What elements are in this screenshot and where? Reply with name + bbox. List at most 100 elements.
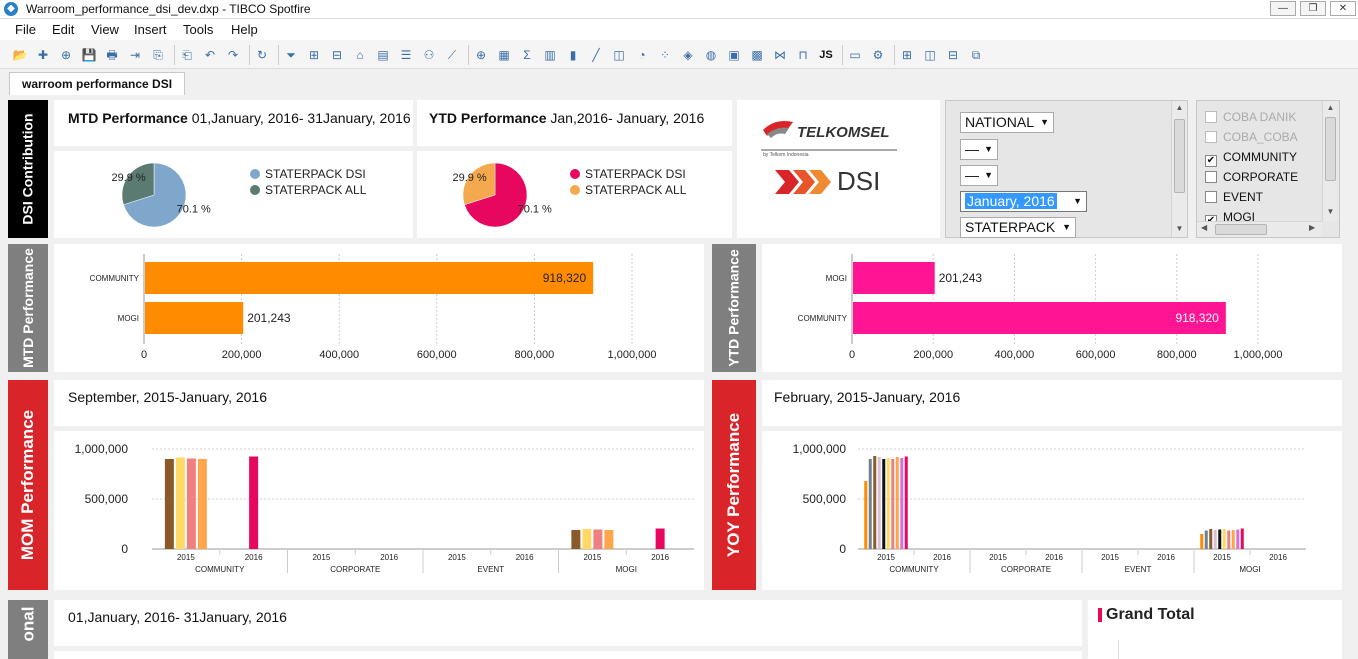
bar[interactable] [882,459,886,549]
layout-icon-3[interactable]: ⊟ [945,47,961,63]
checkbox-coba-danik[interactable]: COBA DANIK [1205,110,1296,124]
page-icon[interactable]: ▤ [375,47,391,63]
new-page-icon[interactable]: ⊕ [473,47,489,63]
bar[interactable] [1222,529,1226,549]
bar[interactable] [164,459,174,549]
lists-icon[interactable]: ☰ [398,47,414,63]
add-data-icon[interactable]: ⊕ [58,47,74,63]
graphical-table-icon[interactable]: ▥ [542,47,558,63]
bar[interactable] [593,529,603,550]
scroll-up-icon[interactable]: ▲ [1172,101,1187,115]
details-icon[interactable]: ⊞ [306,47,322,63]
scroll-left-icon[interactable]: ◀ [1201,223,1207,232]
bar[interactable] [868,459,872,549]
bar[interactable] [1236,529,1240,550]
filter-icon[interactable]: ⏷ [283,47,299,63]
checkbox-corporate[interactable]: CORPORATE [1205,170,1298,184]
crosstable-icon[interactable]: Σ [519,47,535,63]
open-icon[interactable]: 📂 [12,47,28,63]
bar[interactable] [582,529,592,549]
menu-file[interactable]: File [15,22,36,37]
scroll-thumb[interactable] [1174,119,1185,193]
minimize-button[interactable]: — [1270,1,1296,16]
bar[interactable] [886,458,890,549]
bar[interactable] [604,530,614,549]
box-plot-icon[interactable]: ⊓ [795,47,811,63]
bar[interactable] [891,459,895,549]
bar[interactable] [853,302,1226,334]
scroll-up-icon[interactable]: ▲ [1323,101,1338,115]
menu-help[interactable]: Help [231,22,258,37]
parallel-coordinates-icon[interactable]: ⋈ [772,47,788,63]
menu-view[interactable]: View [91,22,119,37]
unchecked-icon[interactable] [1205,171,1217,183]
menu-tools[interactable]: Tools [183,22,213,37]
tab-warroom-performance-dsi[interactable]: warroom performance DSI [9,72,186,95]
layout-icon-2[interactable]: ◫ [922,47,938,63]
bookmark-icon[interactable]: ⊟ [329,47,345,63]
trend-icon[interactable]: ⟋ [444,47,460,63]
bar[interactable] [186,458,196,550]
maximize-button[interactable]: ❐ [1300,1,1326,16]
bar[interactable] [1240,528,1244,550]
scroll-right-icon[interactable]: ▶ [1309,223,1315,232]
bar[interactable] [853,262,935,294]
checkbox-community[interactable]: ✔ COMMUNITY [1205,150,1297,167]
new-icon[interactable]: ✚ [35,47,51,63]
bar[interactable] [1231,530,1235,549]
scroll-down-icon[interactable]: ▼ [1323,205,1338,219]
collaboration-icon[interactable]: ⚇ [421,47,437,63]
bar[interactable] [900,458,904,549]
bar[interactable] [1218,529,1222,550]
bar[interactable] [249,456,259,550]
bar[interactable] [864,481,868,549]
bar[interactable] [145,302,244,334]
checkbox-scrollbar-h[interactable]: ◀ ▶ [1197,221,1322,237]
bar[interactable] [895,457,899,549]
bar[interactable] [1200,534,1204,549]
scatter-icon[interactable]: ⁘ [657,47,673,63]
menu-insert[interactable]: Insert [134,22,167,37]
bar[interactable] [1213,530,1217,549]
unchecked-icon[interactable] [1205,191,1217,203]
layout-icon-4[interactable]: ⧉ [968,47,984,63]
period-dropdown[interactable]: January, 2016 ▼ [960,191,1087,212]
treemap-icon[interactable]: ▣ [726,47,742,63]
line-chart-icon[interactable]: ╱ [588,47,604,63]
undo-icon[interactable]: ↶ [202,47,218,63]
scroll-down-icon[interactable]: ▼ [1172,222,1187,236]
checked-icon[interactable]: ✔ [1205,155,1217,167]
branch-dropdown[interactable]: — ▼ [960,139,998,160]
save-icon[interactable]: 💾 [81,47,97,63]
heatmap-icon[interactable]: ▩ [749,47,765,63]
bar[interactable] [877,457,881,549]
settings-icon[interactable]: ⚙ [870,47,886,63]
combination-chart-icon[interactable]: ◫ [611,47,627,63]
copy-icon[interactable]: ⎘ [150,47,166,63]
map-icon[interactable]: ◍ [703,47,719,63]
checkbox-event[interactable]: EVENT [1205,190,1263,204]
bar-chart-icon[interactable]: ▮ [565,47,581,63]
menu-edit[interactable]: Edit [52,22,74,37]
bar[interactable] [175,457,185,550]
bar[interactable] [904,456,908,550]
bar[interactable] [1227,530,1231,550]
cluster-dropdown[interactable]: — ▼ [960,165,998,186]
pie-chart-icon[interactable]: ◔ [634,47,650,63]
tag-icon[interactable]: ⌂ [352,47,368,63]
unchecked-icon[interactable] [1205,131,1217,143]
product-dropdown[interactable]: STATERPACK ▼ [960,217,1076,238]
text-area-icon[interactable]: ▭ [847,47,863,63]
redo-icon[interactable]: ↷ [225,47,241,63]
export-icon[interactable]: ⇥ [127,47,143,63]
table-icon[interactable]: ▦ [496,47,512,63]
unchecked-icon[interactable] [1205,111,1217,123]
bar[interactable] [1204,530,1208,550]
scroll-thumb[interactable] [1215,224,1267,235]
region-dropdown[interactable]: NATIONAL ▼ [960,112,1054,133]
js-icon[interactable]: JS [818,47,834,63]
bar[interactable] [655,528,665,550]
bar[interactable] [1209,529,1213,549]
layout-icon-1[interactable]: ⊞ [899,47,915,63]
bar[interactable] [145,262,594,294]
